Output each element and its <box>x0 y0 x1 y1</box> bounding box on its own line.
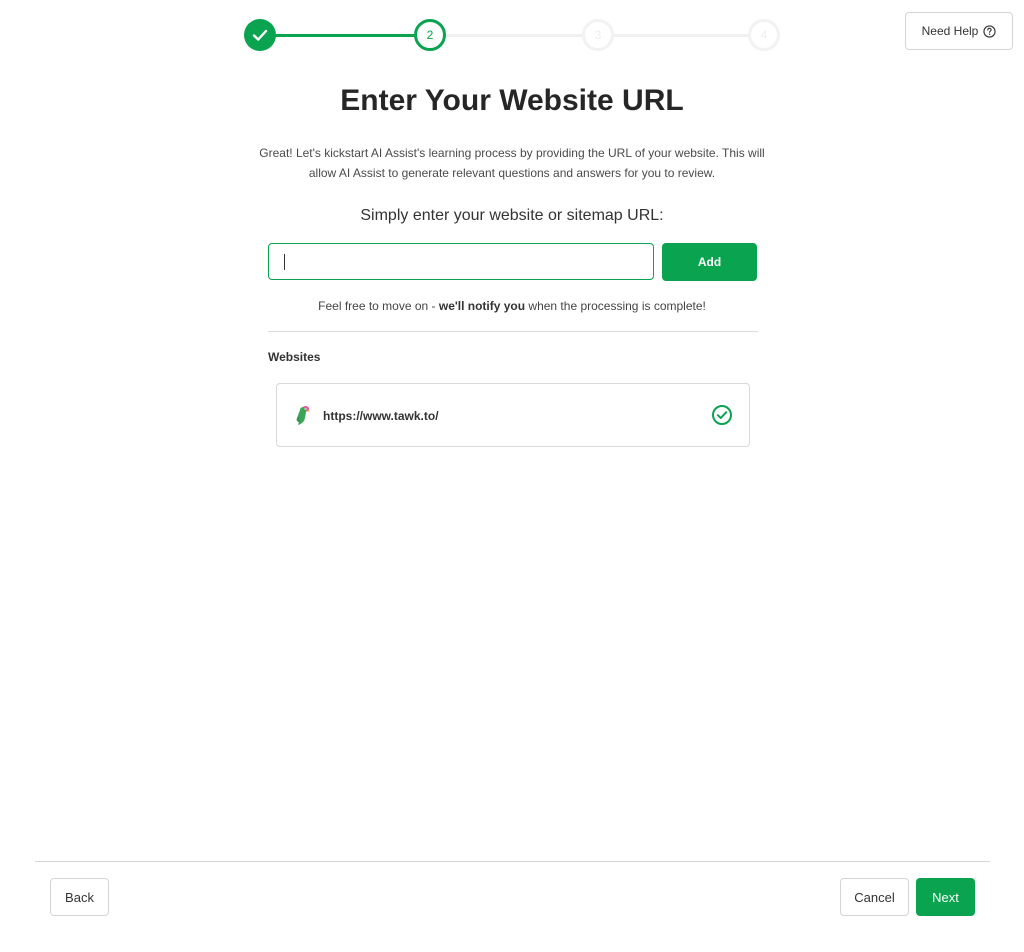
notify-message: Feel free to move on - we'll notify you … <box>0 299 1024 313</box>
step-1-complete <box>244 19 276 51</box>
step-4-label: 4 <box>760 28 768 42</box>
cancel-button[interactable]: Cancel <box>840 878 909 916</box>
need-help-label: Need Help <box>921 24 979 38</box>
step-2-label: 2 <box>426 28 434 42</box>
checkmark-icon <box>252 29 268 41</box>
step-3-label: 3 <box>594 28 602 42</box>
back-button[interactable]: Back <box>50 878 109 916</box>
tawk-parrot-icon <box>296 405 310 425</box>
check-circle-icon <box>712 405 732 425</box>
websites-section-label: Websites <box>268 350 321 364</box>
next-button[interactable]: Next <box>916 878 975 916</box>
footer-divider <box>35 861 990 862</box>
url-prompt: Simply enter your website or sitemap URL… <box>360 207 664 224</box>
notify-bold: we'll notify you <box>438 299 526 313</box>
step-3-pending: 3 <box>582 19 614 51</box>
step-4-pending: 4 <box>748 19 780 51</box>
notify-suffix: when the processing is complete! <box>525 299 706 313</box>
text-caret <box>284 254 285 270</box>
step-connector-1 <box>272 34 416 37</box>
page-title: Enter Your Website URL <box>340 84 684 117</box>
page-description: Great! Let's kickstart AI Assist's learn… <box>259 146 765 180</box>
url-input[interactable] <box>268 243 654 280</box>
question-circle-icon <box>983 24 996 38</box>
need-help-button[interactable]: Need Help <box>905 12 1013 50</box>
website-url: https://www.tawk.to/ <box>323 409 439 423</box>
step-connector-2 <box>444 34 584 37</box>
notify-prefix: Feel free to move on - <box>318 299 439 313</box>
step-2-active: 2 <box>414 19 446 51</box>
progress-stepper: 2 3 4 <box>244 19 780 51</box>
website-list-item[interactable]: https://www.tawk.to/ <box>276 383 750 447</box>
add-url-button[interactable]: Add <box>662 243 757 281</box>
section-divider <box>268 331 758 332</box>
step-connector-3 <box>612 34 752 37</box>
